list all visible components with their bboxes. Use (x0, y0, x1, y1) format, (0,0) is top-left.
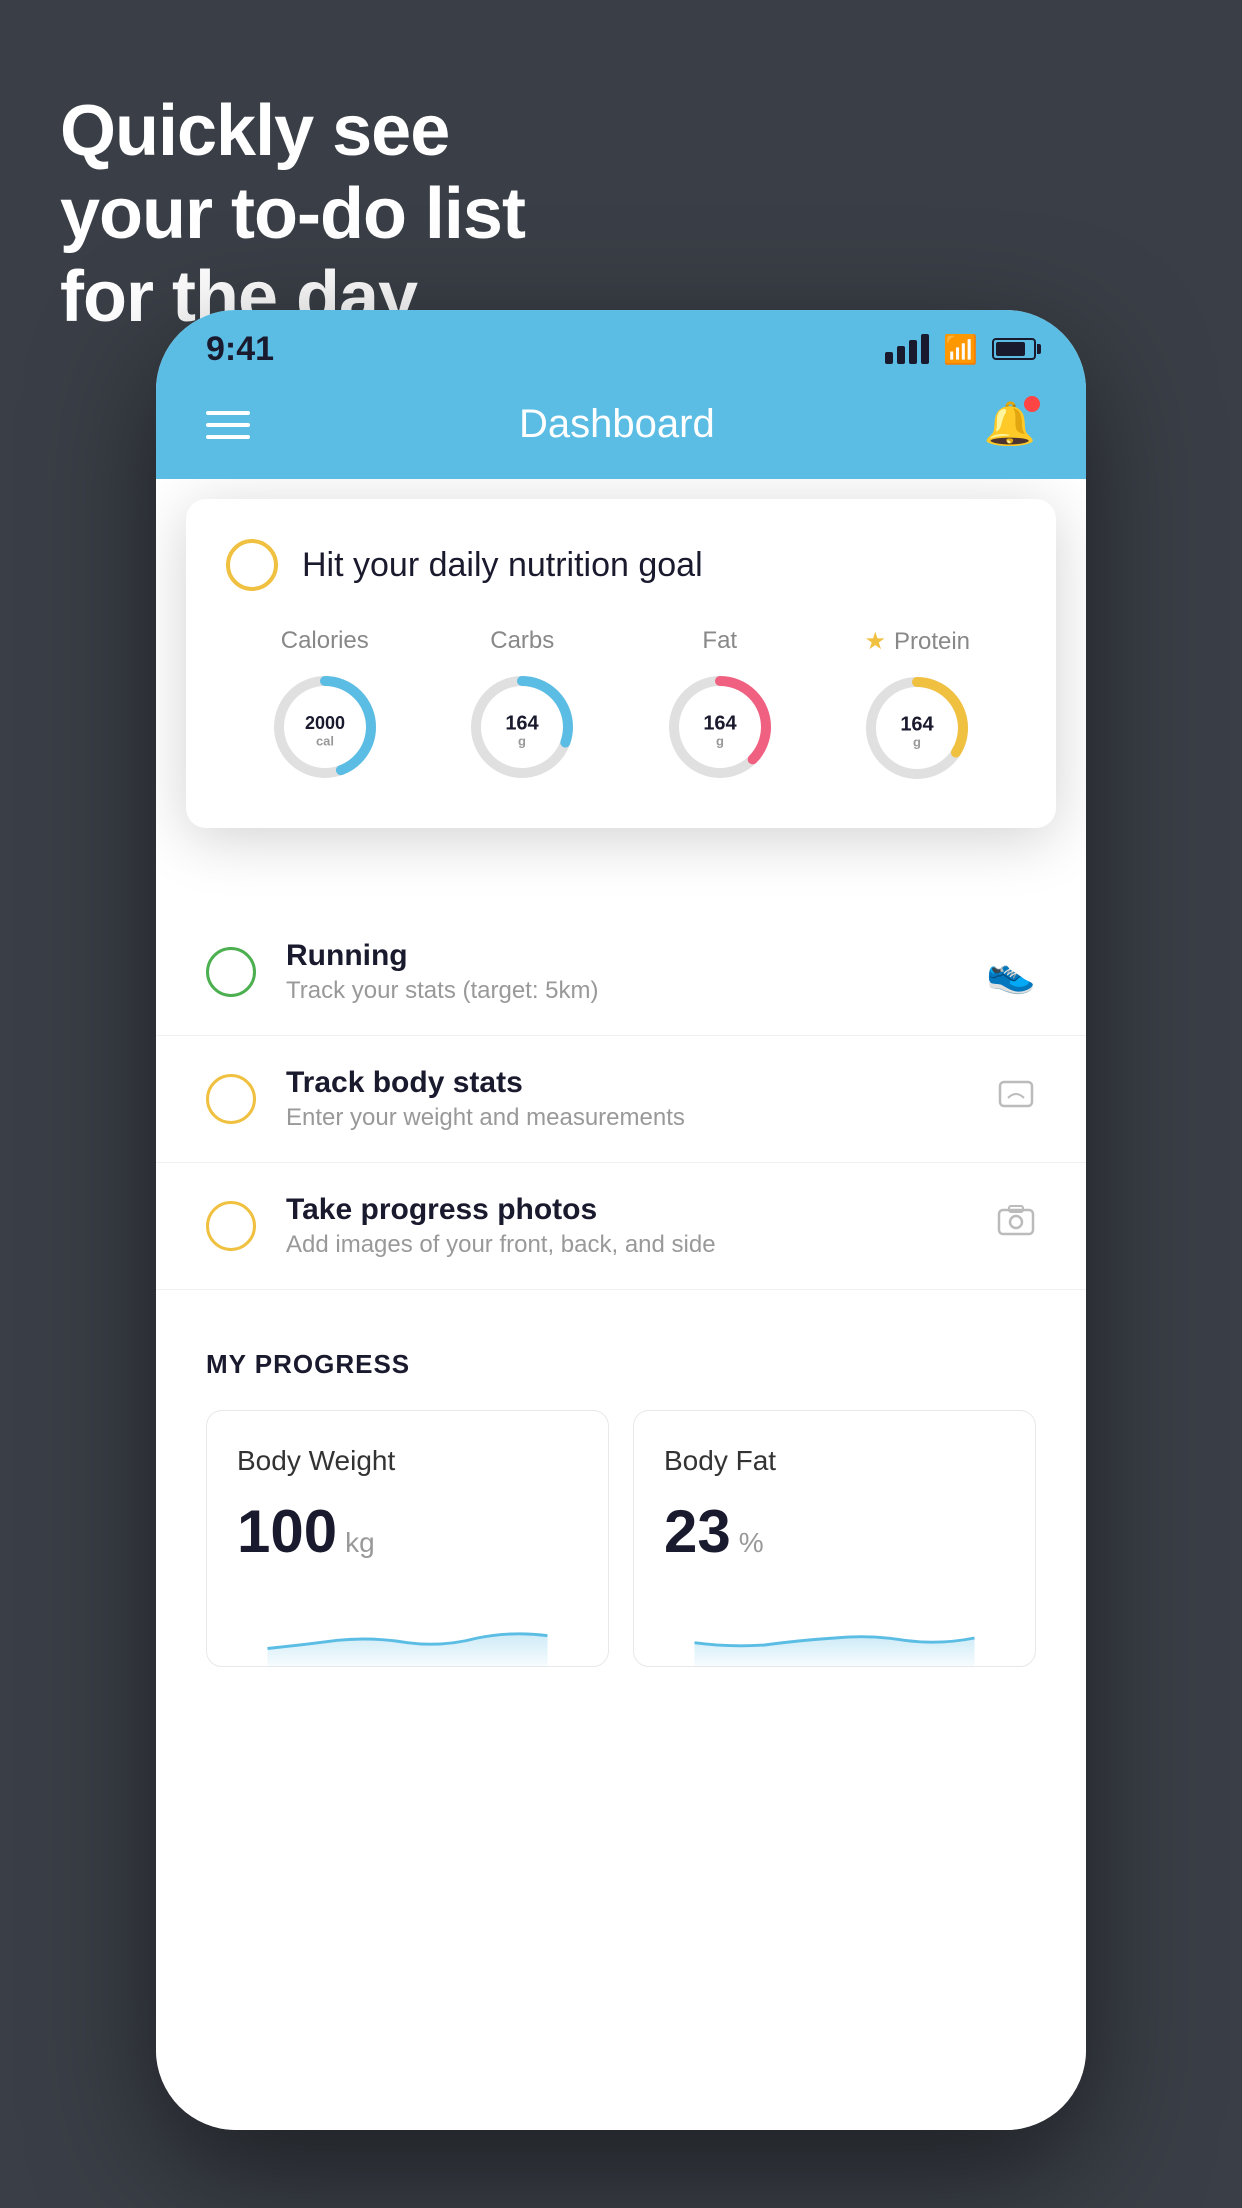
status-icons: 📶 (885, 333, 1036, 366)
body-weight-num: 100 (237, 1497, 337, 1566)
body-weight-sparkline (237, 1596, 578, 1666)
body-fat-title: Body Fat (664, 1445, 1005, 1477)
headline-line1: Quickly see (60, 90, 525, 173)
progress-card-fat[interactable]: Body Fat 23 % (633, 1410, 1036, 1667)
status-time: 9:41 (206, 330, 274, 369)
todo-item-photos[interactable]: Take progress photos Add images of your … (156, 1163, 1086, 1290)
todo-title-running: Running (286, 939, 956, 973)
card-check-circle (226, 539, 278, 591)
nutrition-calories: Calories 2000 cal (265, 627, 385, 787)
svg-text:g: g (716, 733, 724, 748)
body-fat-value: 23 % (664, 1497, 1005, 1566)
scale-icon (996, 1074, 1036, 1124)
svg-text:2000: 2000 (305, 713, 345, 733)
todo-text-photos: Take progress photos Add images of your … (286, 1193, 966, 1259)
todo-text-body-stats: Track body stats Enter your weight and m… (286, 1066, 966, 1132)
todo-subtitle-photos: Add images of your front, back, and side (286, 1231, 966, 1259)
body-fat-num: 23 (664, 1497, 731, 1566)
protein-label: ★ Protein (864, 627, 970, 656)
nutrition-protein: ★ Protein 164 g (857, 627, 977, 788)
hamburger-menu[interactable] (206, 411, 250, 439)
todo-item-running[interactable]: Running Track your stats (target: 5km) 👟 (156, 909, 1086, 1036)
todo-subtitle-body-stats: Enter your weight and measurements (286, 1104, 966, 1132)
wifi-icon: 📶 (943, 333, 978, 366)
carbs-donut: 164 g (462, 667, 582, 787)
todo-circle-body-stats (206, 1074, 256, 1124)
carbs-label: Carbs (490, 627, 554, 655)
battery-icon (992, 338, 1036, 360)
progress-section: MY PROGRESS Body Weight 100 kg (156, 1309, 1086, 1667)
status-bar: 9:41 📶 (156, 310, 1086, 380)
progress-cards: Body Weight 100 kg (206, 1410, 1036, 1667)
body-fat-unit: % (739, 1527, 764, 1559)
headline-line2: your to-do list (60, 173, 525, 256)
todo-subtitle-running: Track your stats (target: 5km) (286, 977, 956, 1005)
shoe-icon: 👟 (986, 949, 1036, 996)
todo-text-running: Running Track your stats (target: 5km) (286, 939, 956, 1005)
todo-title-body-stats: Track body stats (286, 1066, 966, 1100)
svg-text:164: 164 (506, 712, 540, 734)
protein-star-icon: ★ (864, 627, 886, 656)
svg-text:g: g (913, 734, 921, 749)
todo-circle-running (206, 947, 256, 997)
todo-circle-photos (206, 1201, 256, 1251)
fat-label: Fat (702, 627, 737, 655)
body-weight-title: Body Weight (237, 1445, 578, 1477)
todo-list: Running Track your stats (target: 5km) 👟… (156, 909, 1086, 1290)
app-header: Dashboard 🔔 (156, 380, 1086, 479)
notification-bell[interactable]: 🔔 (984, 400, 1036, 449)
phone-mockup: 9:41 📶 Dashboard 🔔 THINGS TO DO TODAY (156, 310, 1086, 2130)
fat-donut: 164 g (660, 667, 780, 787)
body-fat-sparkline (664, 1596, 1005, 1666)
svg-text:164: 164 (901, 713, 935, 735)
photo-icon (996, 1201, 1036, 1251)
svg-text:164: 164 (703, 712, 737, 734)
todo-title-photos: Take progress photos (286, 1193, 966, 1227)
progress-title: MY PROGRESS (206, 1349, 1036, 1380)
svg-text:g: g (518, 733, 526, 748)
nutrition-fat: Fat 164 g (660, 627, 780, 787)
svg-text:cal: cal (316, 733, 334, 748)
calories-donut: 2000 cal (265, 667, 385, 787)
notification-dot (1024, 396, 1040, 412)
nutrition-carbs: Carbs 164 g (462, 627, 582, 787)
body-weight-value: 100 kg (237, 1497, 578, 1566)
nutrition-card[interactable]: Hit your daily nutrition goal Calories 2… (186, 499, 1056, 828)
todo-item-body-stats[interactable]: Track body stats Enter your weight and m… (156, 1036, 1086, 1163)
headline: Quickly see your to-do list for the day. (60, 90, 525, 338)
card-title-row: Hit your daily nutrition goal (226, 539, 1016, 591)
body-weight-unit: kg (345, 1527, 375, 1559)
signal-icon (885, 334, 929, 364)
card-title: Hit your daily nutrition goal (302, 546, 703, 585)
header-title: Dashboard (519, 402, 715, 447)
protein-donut: 164 g (857, 668, 977, 788)
calories-label: Calories (281, 627, 369, 655)
progress-card-weight[interactable]: Body Weight 100 kg (206, 1410, 609, 1667)
nutrition-row: Calories 2000 cal Carbs 164 g (226, 627, 1016, 788)
content-area: THINGS TO DO TODAY Hit your daily nutrit… (156, 479, 1086, 2130)
